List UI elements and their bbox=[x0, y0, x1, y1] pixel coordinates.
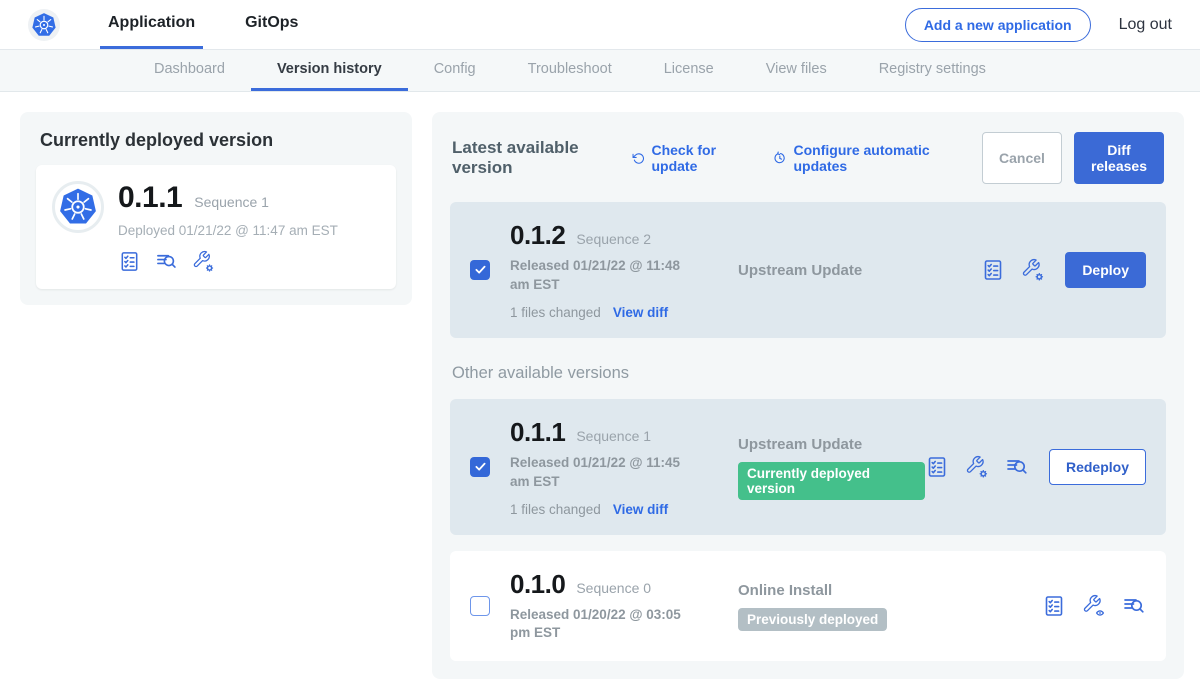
diff-releases-button[interactable]: Diff releases bbox=[1074, 132, 1164, 184]
preflight-checks-icon[interactable] bbox=[118, 250, 141, 273]
row-actions: Deploy bbox=[981, 252, 1146, 288]
version-sequence: Sequence 2 bbox=[576, 231, 651, 247]
cancel-button[interactable]: Cancel bbox=[982, 132, 1062, 184]
version-source: Upstream Update bbox=[738, 260, 981, 279]
version-sequence: Sequence 0 bbox=[576, 580, 651, 596]
latest-version-header: Latest available version Check for updat… bbox=[452, 132, 1164, 184]
latest-version-title: Latest available version bbox=[452, 138, 614, 178]
version-number: 0.1.0 bbox=[510, 569, 565, 600]
refresh-icon bbox=[632, 151, 645, 166]
subnav-tab-registry-settings[interactable]: Registry settings bbox=[853, 50, 1012, 91]
version-number: 0.1.1 bbox=[510, 417, 565, 448]
logout-link[interactable]: Log out bbox=[1119, 16, 1172, 34]
version-sequence: Sequence 1 bbox=[576, 428, 651, 444]
version-row-0-1-0: 0.1.0 Sequence 0 Released 01/20/22 @ 03:… bbox=[450, 551, 1166, 662]
subnav-label: License bbox=[664, 61, 714, 77]
previously-deployed-badge: Previously deployed bbox=[738, 608, 887, 631]
main-content: Currently deployed version 0.1.1 Sequenc… bbox=[0, 92, 1200, 679]
deployed-version-number: 0.1.1 bbox=[118, 181, 182, 215]
tab-gitops[interactable]: GitOps bbox=[237, 0, 306, 49]
row-actions: Redeploy bbox=[925, 449, 1146, 485]
row-actions bbox=[1042, 594, 1146, 618]
configure-auto-updates-label: Configure automatic updates bbox=[794, 142, 957, 174]
subnav-tab-version-history[interactable]: Version history bbox=[251, 50, 408, 91]
source-label: Upstream Update bbox=[738, 436, 925, 453]
clock-arrow-icon bbox=[773, 150, 786, 166]
subnav-tab-dashboard[interactable]: Dashboard bbox=[128, 50, 251, 91]
files-changed: 1 files changed bbox=[510, 305, 601, 320]
other-versions-heading: Other available versions bbox=[452, 364, 1164, 383]
deploy-button[interactable]: Deploy bbox=[1065, 252, 1146, 288]
released-timestamp: Released 01/21/22 @ 11:48 am EST bbox=[510, 257, 695, 295]
edit-config-icon[interactable] bbox=[965, 455, 989, 479]
tab-application-label: Application bbox=[108, 14, 195, 32]
subnav-label: Config bbox=[434, 61, 476, 77]
version-info: 0.1.1 Sequence 1 Released 01/21/22 @ 11:… bbox=[510, 417, 728, 517]
tab-gitops-label: GitOps bbox=[245, 14, 298, 32]
version-checkbox[interactable] bbox=[470, 457, 490, 477]
version-info: 0.1.2 Sequence 2 Released 01/21/22 @ 11:… bbox=[510, 220, 728, 320]
configure-auto-updates-link[interactable]: Configure automatic updates bbox=[773, 142, 956, 174]
check-icon bbox=[473, 262, 488, 277]
released-timestamp: Released 01/20/22 @ 03:05 pm EST bbox=[510, 606, 695, 644]
redeploy-button[interactable]: Redeploy bbox=[1049, 449, 1146, 485]
currently-deployed-badge: Currently deployed version bbox=[738, 462, 925, 500]
deploy-logs-icon[interactable] bbox=[1122, 594, 1146, 618]
preflight-checks-icon[interactable] bbox=[1042, 594, 1066, 618]
admin-console: Application GitOps Add a new application… bbox=[0, 0, 1200, 634]
currently-deployed-title: Currently deployed version bbox=[40, 130, 396, 151]
top-tabs: Application GitOps bbox=[100, 0, 340, 49]
version-checkbox[interactable] bbox=[470, 260, 490, 280]
version-source: Upstream Update Currently deployed versi… bbox=[738, 434, 925, 500]
deployed-sequence: Sequence 1 bbox=[194, 194, 269, 210]
files-changed: 1 files changed bbox=[510, 502, 601, 517]
tab-application[interactable]: Application bbox=[100, 0, 203, 49]
check-icon bbox=[473, 459, 488, 474]
subnav-label: View files bbox=[766, 61, 827, 77]
subnav-tab-config[interactable]: Config bbox=[408, 50, 502, 91]
add-new-application-button[interactable]: Add a new application bbox=[905, 8, 1091, 42]
check-for-update-label: Check for update bbox=[651, 142, 747, 174]
deploy-logs-icon[interactable] bbox=[155, 250, 178, 273]
version-info: 0.1.0 Sequence 0 Released 01/20/22 @ 03:… bbox=[510, 569, 728, 644]
edit-config-icon[interactable] bbox=[1021, 258, 1045, 282]
deploy-logs-icon[interactable] bbox=[1005, 455, 1029, 479]
kubernetes-logo-icon[interactable] bbox=[28, 9, 60, 41]
subnav-label: Registry settings bbox=[879, 61, 986, 77]
subnav-label: Version history bbox=[277, 61, 382, 77]
app-subnav: Dashboard Version history Config Trouble… bbox=[0, 50, 1200, 92]
version-row-0-1-2: 0.1.2 Sequence 2 Released 01/21/22 @ 11:… bbox=[450, 202, 1166, 338]
subnav-tab-license[interactable]: License bbox=[638, 50, 740, 91]
subnav-label: Dashboard bbox=[154, 61, 225, 77]
version-number: 0.1.2 bbox=[510, 220, 565, 251]
source-label: Online Install bbox=[738, 582, 1042, 599]
app-logo-icon bbox=[52, 181, 104, 233]
currently-deployed-card: Currently deployed version 0.1.1 Sequenc… bbox=[20, 112, 412, 305]
top-bar: Application GitOps Add a new application… bbox=[0, 0, 1200, 50]
edit-config-icon[interactable] bbox=[192, 250, 215, 273]
preflight-checks-icon[interactable] bbox=[981, 258, 1005, 282]
version-source: Online Install Previously deployed bbox=[738, 580, 1042, 631]
view-config-icon[interactable] bbox=[1082, 594, 1106, 618]
subnav-tab-troubleshoot[interactable]: Troubleshoot bbox=[502, 50, 638, 91]
deployed-timestamp: Deployed 01/21/22 @ 11:47 am EST bbox=[118, 223, 338, 238]
view-diff-link[interactable]: View diff bbox=[613, 502, 668, 517]
subnav-tab-view-files[interactable]: View files bbox=[740, 50, 853, 91]
view-diff-link[interactable]: View diff bbox=[613, 305, 668, 320]
deployed-version-box: 0.1.1 Sequence 1 Deployed 01/21/22 @ 11:… bbox=[36, 165, 396, 289]
version-history-panel: Latest available version Check for updat… bbox=[432, 112, 1184, 679]
spacer bbox=[340, 0, 904, 49]
released-timestamp: Released 01/21/22 @ 11:45 am EST bbox=[510, 454, 695, 492]
source-label: Upstream Update bbox=[738, 262, 981, 279]
subnav-label: Troubleshoot bbox=[528, 61, 612, 77]
deployed-version-details: 0.1.1 Sequence 1 Deployed 01/21/22 @ 11:… bbox=[118, 181, 338, 273]
version-row-0-1-1: 0.1.1 Sequence 1 Released 01/21/22 @ 11:… bbox=[450, 399, 1166, 535]
preflight-checks-icon[interactable] bbox=[925, 455, 949, 479]
version-checkbox[interactable] bbox=[470, 596, 490, 616]
check-for-update-link[interactable]: Check for update bbox=[632, 142, 747, 174]
